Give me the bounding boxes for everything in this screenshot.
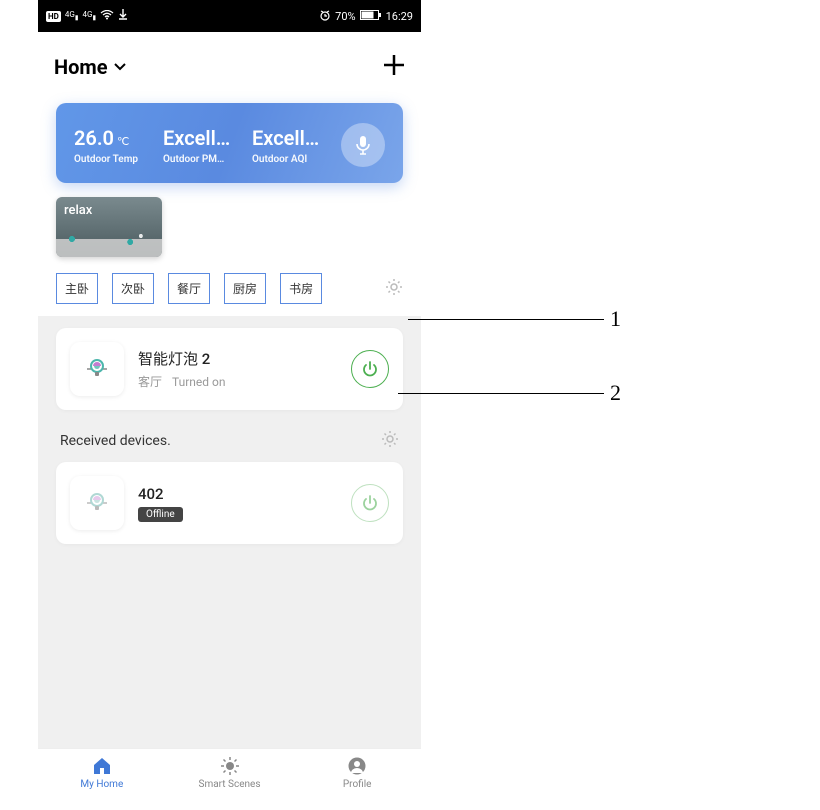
device-status: Turned on bbox=[172, 375, 226, 389]
signal-4g-icon-1: 4G▮ bbox=[65, 10, 79, 22]
pm-value: Excell… bbox=[163, 126, 238, 150]
bottom-nav: My Home Smart Scenes Profile bbox=[38, 748, 421, 800]
device-room: 客厅 bbox=[138, 373, 162, 390]
battery-icon bbox=[360, 10, 382, 23]
header: Home bbox=[38, 32, 421, 95]
gear-icon bbox=[381, 430, 399, 448]
sun-icon bbox=[221, 757, 239, 775]
room-settings-button[interactable] bbox=[385, 278, 403, 300]
chevron-down-icon bbox=[114, 60, 126, 74]
received-section-title: Received devices. bbox=[60, 433, 171, 449]
pm-label: Outdoor PM… bbox=[163, 154, 238, 165]
temp-value: 26.0 bbox=[74, 126, 114, 150]
home-icon bbox=[92, 757, 112, 775]
room-tab[interactable]: 书房 bbox=[280, 273, 322, 304]
scene-row: relax bbox=[38, 197, 421, 269]
nav-label: My Home bbox=[80, 779, 123, 790]
status-bar: HD 4G▮ 4G▮ 70% 16:29 bbox=[38, 0, 421, 32]
device-card[interactable]: 402 Offline bbox=[56, 462, 403, 544]
nav-profile[interactable]: Profile bbox=[293, 749, 421, 800]
status-time: 16:29 bbox=[386, 10, 413, 23]
scene-label: relax bbox=[64, 203, 92, 218]
signal-4g-icon-2: 4G▮ bbox=[82, 10, 96, 22]
room-tab[interactable]: 厨房 bbox=[224, 273, 266, 304]
room-tab[interactable]: 餐厅 bbox=[168, 273, 210, 304]
offline-badge: Offline bbox=[138, 507, 183, 522]
annotation-number-1: 1 bbox=[610, 306, 621, 332]
power-button[interactable] bbox=[351, 484, 389, 522]
mic-icon bbox=[355, 135, 371, 155]
gear-icon bbox=[385, 278, 403, 296]
voice-button[interactable] bbox=[341, 123, 385, 167]
nav-label: Profile bbox=[343, 779, 372, 790]
nav-label: Smart Scenes bbox=[199, 779, 261, 790]
home-label: Home bbox=[54, 55, 108, 79]
nav-scenes[interactable]: Smart Scenes bbox=[166, 749, 294, 800]
device-card[interactable]: 智能灯泡 2 客厅 Turned on bbox=[56, 328, 403, 410]
device-area: 智能灯泡 2 客厅 Turned on Received devices. bbox=[38, 316, 421, 748]
room-tab[interactable]: 主卧 bbox=[56, 273, 98, 304]
temp-unit: ℃ bbox=[117, 135, 129, 148]
device-name: 智能灯泡 2 bbox=[138, 348, 337, 369]
weather-card[interactable]: 26.0℃ Outdoor Temp Excell… Outdoor PM… E… bbox=[56, 103, 403, 183]
bulb-icon bbox=[83, 355, 111, 383]
aqi-value: Excell… bbox=[252, 126, 327, 150]
device-icon bbox=[70, 342, 124, 396]
home-selector[interactable]: Home bbox=[54, 55, 126, 79]
wifi-icon bbox=[100, 10, 114, 23]
room-tab[interactable]: 次卧 bbox=[112, 273, 154, 304]
battery-percent: 70% bbox=[335, 10, 355, 23]
received-settings-button[interactable] bbox=[381, 430, 399, 452]
room-tabs: 主卧 次卧 餐厅 厨房 书房 bbox=[38, 269, 421, 316]
power-icon bbox=[362, 361, 378, 377]
profile-icon bbox=[348, 757, 366, 775]
scene-card-relax[interactable]: relax bbox=[56, 197, 162, 257]
temp-label: Outdoor Temp bbox=[74, 154, 149, 165]
add-button[interactable] bbox=[383, 50, 405, 83]
annotation-number-2: 2 bbox=[610, 380, 621, 406]
nav-home[interactable]: My Home bbox=[38, 749, 166, 800]
download-icon bbox=[118, 9, 128, 24]
power-icon bbox=[362, 495, 378, 511]
alarm-icon bbox=[319, 9, 331, 24]
annotation-line-1 bbox=[408, 319, 604, 320]
device-name: 402 bbox=[138, 485, 337, 503]
bulb-icon bbox=[83, 489, 111, 517]
power-button[interactable] bbox=[351, 350, 389, 388]
device-icon bbox=[70, 476, 124, 530]
annotation-line-2 bbox=[398, 393, 604, 394]
aqi-label: Outdoor AQI bbox=[252, 154, 327, 165]
hd-badge: HD bbox=[46, 11, 61, 22]
